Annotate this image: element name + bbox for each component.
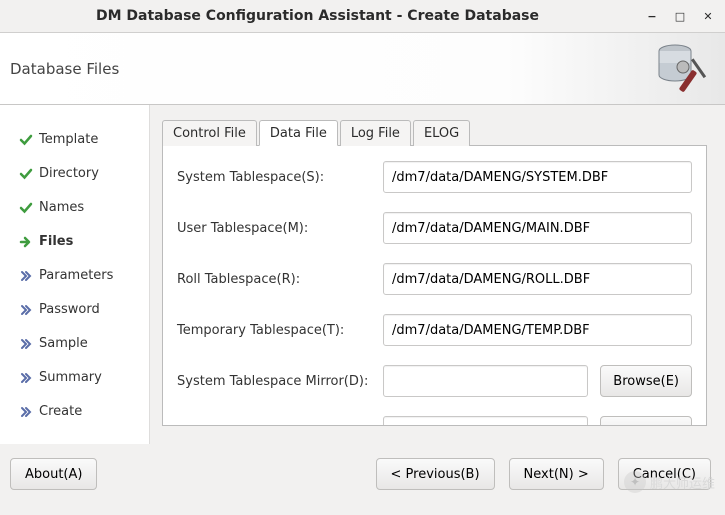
browse-system-mirror-button[interactable]: Browse(E) [600,365,692,397]
check-icon [19,201,33,215]
sidebar-step-label: Password [39,302,100,317]
minimize-button[interactable]: − [645,9,659,23]
check-icon [19,167,33,181]
sidebar-step-parameters[interactable]: Parameters [0,259,149,293]
check-icon [19,133,33,147]
maximize-button[interactable]: □ [673,9,687,23]
row-user-tablespace: User Tablespace(M): [177,211,692,245]
cancel-button[interactable]: Cancel(C) [618,458,711,490]
pending-icon [19,337,33,351]
footer: About(A) < Previous(B) Next(N) > Cancel(… [0,444,725,490]
sidebar-step-label: Sample [39,336,88,351]
sidebar-step-sample[interactable]: Sample [0,327,149,361]
row-system-tablespace: System Tablespace(S): [177,160,692,194]
sidebar-step-label: Template [39,132,98,147]
input-user-tablespace[interactable] [383,212,692,244]
input-roll-tablespace[interactable] [383,263,692,295]
sidebar-step-create[interactable]: Create [0,395,149,429]
sidebar-step-label: Create [39,404,82,419]
sidebar-step-names[interactable]: Names [0,191,149,225]
label-system-mirror: System Tablespace Mirror(D): [177,374,371,389]
row-roll-tablespace: Roll Tablespace(R): [177,262,692,296]
titlebar: DM Database Configuration Assistant - Cr… [0,0,725,32]
tab-data-file[interactable]: Data File [259,120,338,146]
database-wrench-icon [653,39,713,99]
pending-icon [19,303,33,317]
input-user-mirror[interactable] [383,416,588,426]
sidebar-step-template[interactable]: Template [0,123,149,157]
tab-elog[interactable]: ELOG [413,120,470,146]
arrow-right-icon [19,235,33,249]
tab-panel-data-file: System Tablespace(S): User Tablespace(M)… [162,146,707,426]
window-controls: − □ ✕ [635,9,725,23]
next-button[interactable]: Next(N) > [509,458,604,490]
tab-log-file[interactable]: Log File [340,120,411,146]
sidebar-step-directory[interactable]: Directory [0,157,149,191]
row-user-mirror: User Tablespace Mirror(V): Browse(X) [177,415,692,426]
tab-strip: Control File Data File Log File ELOG [162,119,707,146]
input-system-tablespace[interactable] [383,161,692,193]
pending-icon [19,371,33,385]
banner: Database Files [0,32,725,105]
pending-icon [19,405,33,419]
row-system-mirror: System Tablespace Mirror(D): Browse(E) [177,364,692,398]
label-roll-tablespace: Roll Tablespace(R): [177,272,371,287]
page-title: Database Files [10,60,119,78]
label-user-mirror: User Tablespace Mirror(V): [177,425,371,427]
sidebar-step-label: Files [39,234,73,249]
tab-control-file[interactable]: Control File [162,120,257,146]
sidebar-step-label: Summary [39,370,102,385]
sidebar-step-label: Names [39,200,84,215]
content-area: Control File Data File Log File ELOG Sys… [150,105,725,444]
input-system-mirror[interactable] [383,365,588,397]
label-user-tablespace: User Tablespace(M): [177,221,371,236]
sidebar-step-files[interactable]: Files [0,225,149,259]
sidebar-step-label: Directory [39,166,99,181]
main-area: Template Directory Names Files Parameter… [0,105,725,444]
sidebar-step-label: Parameters [39,268,113,283]
window-title: DM Database Configuration Assistant - Cr… [0,8,635,24]
pending-icon [19,269,33,283]
label-system-tablespace: System Tablespace(S): [177,170,371,185]
close-button[interactable]: ✕ [701,9,715,23]
sidebar-step-password[interactable]: Password [0,293,149,327]
sidebar-step-summary[interactable]: Summary [0,361,149,395]
sidebar: Template Directory Names Files Parameter… [0,105,150,444]
row-temp-tablespace: Temporary Tablespace(T): [177,313,692,347]
previous-button[interactable]: < Previous(B) [376,458,495,490]
browse-user-mirror-button[interactable]: Browse(X) [600,416,692,426]
about-button[interactable]: About(A) [10,458,97,490]
label-temp-tablespace: Temporary Tablespace(T): [177,323,371,338]
input-temp-tablespace[interactable] [383,314,692,346]
